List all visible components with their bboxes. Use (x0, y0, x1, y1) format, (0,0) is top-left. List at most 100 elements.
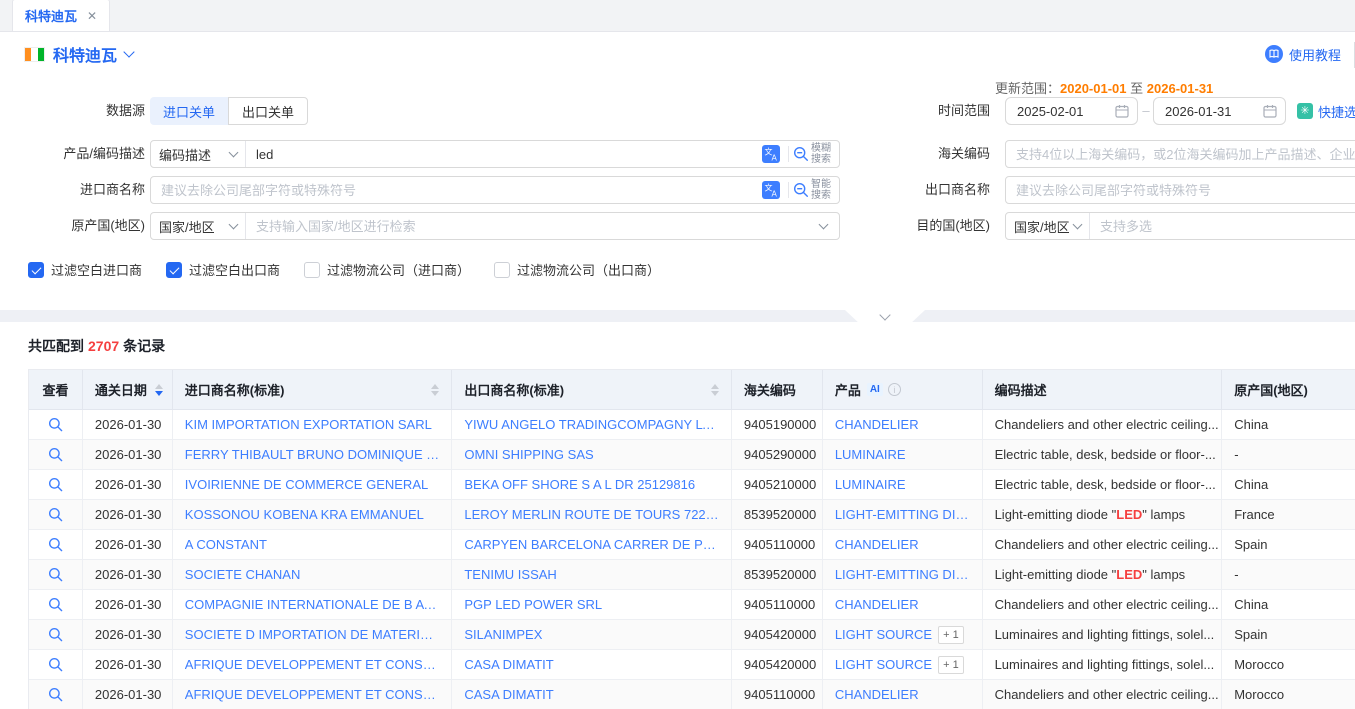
importer-link[interactable]: A CONSTANT (185, 537, 267, 552)
product-extra-badge[interactable]: + 1 (938, 626, 964, 644)
table-body: 2026-01-30 KIM IMPORTATION EXPORTATION S… (29, 410, 1355, 709)
view-magnifier-icon[interactable] (48, 597, 63, 612)
fuzzy-search-toggle[interactable]: 模糊搜索 (793, 143, 835, 165)
view-magnifier-icon[interactable] (48, 627, 63, 642)
product-link[interactable]: LIGHT SOURCE (835, 657, 932, 672)
chevron-down-icon[interactable] (123, 46, 134, 57)
table-row: 2026-01-30 KIM IMPORTATION EXPORTATION S… (29, 410, 1355, 440)
checkbox-filter-logistics-importer[interactable]: 过滤物流公司（进口商） (304, 260, 470, 279)
calendar-icon (1115, 104, 1129, 118)
header-importer[interactable]: 进口商名称(标准) (173, 370, 453, 409)
exporter-link[interactable]: BEKA OFF SHORE S A L DR 25129816 (464, 477, 695, 492)
product-extra-badge[interactable]: + 1 (938, 656, 964, 674)
product-link[interactable]: CHANDELIER (835, 597, 919, 612)
cell-date: 2026-01-30 (83, 530, 173, 559)
date-start-input[interactable]: 2025-02-01 (1005, 97, 1138, 125)
date-end-input[interactable]: 2026-01-31 (1153, 97, 1286, 125)
exporter-link[interactable]: TENIMU ISSAH (464, 567, 556, 582)
origin-country-input[interactable] (246, 213, 820, 239)
product-link[interactable]: LIGHT-EMITTING DIODE (835, 567, 970, 582)
import-declaration-tab[interactable]: 进口关单 (150, 97, 228, 125)
sort-icon[interactable] (711, 384, 719, 396)
sort-icon[interactable] (155, 384, 163, 396)
product-link[interactable]: CHANDELIER (835, 417, 919, 432)
tutorial-label: 使用教程 (1289, 45, 1341, 64)
product-mode-select[interactable]: 编码描述 (151, 141, 246, 167)
exporter-link[interactable]: CASA DIMATIT (464, 657, 553, 672)
results-table: 查看 通关日期 进口商名称(标准) 出口商名称(标准) 海关编码 产品 AI (28, 369, 1355, 709)
header-hs-code: 海关编码 (732, 370, 823, 409)
cell-date: 2026-01-30 (83, 560, 173, 589)
view-magnifier-icon[interactable] (48, 687, 63, 702)
product-link[interactable]: CHANDELIER (835, 687, 919, 702)
tab-bar: 科特迪瓦 ✕ (0, 0, 1355, 32)
header-exporter[interactable]: 出口商名称(标准) (452, 370, 732, 409)
cell-origin-country: - (1222, 560, 1355, 589)
cell-description: Light-emitting diode "LED" lamps (983, 500, 1223, 529)
checkbox-filter-blank-exporter[interactable]: 过滤空白出口商 (166, 260, 280, 279)
tab-cote-divoire[interactable]: 科特迪瓦 ✕ (12, 0, 110, 31)
table-row: 2026-01-30 FERRY THIBAULT BRUNO DOMINIQU… (29, 440, 1355, 470)
export-declaration-tab[interactable]: 出口关单 (228, 97, 308, 125)
translate-icon[interactable]: 文A (762, 145, 780, 163)
table-row: 2026-01-30 AFRIQUE DEVELOPPEMENT ET CONS… (29, 680, 1355, 709)
view-magnifier-icon[interactable] (48, 507, 63, 522)
dest-country-input[interactable] (1090, 213, 1355, 239)
view-magnifier-icon[interactable] (48, 447, 63, 462)
exporter-link[interactable]: LEROY MERLIN ROUTE DE TOURS 72230 M (464, 507, 719, 522)
exporter-link[interactable]: PGP LED POWER SRL (464, 597, 602, 612)
chevron-down-icon (229, 219, 239, 229)
tutorial-link[interactable]: 使用教程 (1265, 45, 1341, 64)
importer-link[interactable]: KIM IMPORTATION EXPORTATION SARL (185, 417, 432, 432)
date-range-dash: – (1140, 97, 1152, 125)
quick-select-button[interactable]: ✳ 快捷选 (1297, 97, 1355, 125)
exporter-link[interactable]: CASA DIMATIT (464, 687, 553, 702)
importer-link[interactable]: IVOIRIENNE DE COMMERCE GENERAL (185, 477, 428, 492)
importer-input[interactable] (151, 177, 758, 203)
view-magnifier-icon[interactable] (48, 537, 63, 552)
importer-link[interactable]: SOCIETE D IMPORTATION DE MATERIAUX E... (185, 627, 440, 642)
exporter-input[interactable] (1006, 177, 1355, 203)
product-link[interactable]: LIGHT-EMITTING DIODE (835, 507, 970, 522)
smart-search-toggle[interactable]: 智能搜索 (793, 179, 835, 201)
view-magnifier-icon[interactable] (48, 657, 63, 672)
exporter-link[interactable]: YIWU ANGELO TRADINGCOMPAGNY LTD (464, 417, 719, 432)
cell-hs-code: 9405420000 (732, 620, 823, 649)
checkbox-filter-blank-importer[interactable]: 过滤空白进口商 (28, 260, 142, 279)
product-link[interactable]: LUMINAIRE (835, 477, 906, 492)
translate-icon[interactable]: 文A (762, 181, 780, 199)
magnifier-minus-icon (793, 146, 809, 162)
product-search-input[interactable] (246, 141, 758, 167)
importer-link[interactable]: KOSSONOU KOBENA KRA EMMANUEL (185, 507, 424, 522)
dest-mode-select[interactable]: 国家/地区 (1006, 213, 1090, 239)
checkbox-filter-logistics-exporter[interactable]: 过滤物流公司（出口商） (494, 260, 660, 279)
info-icon[interactable]: i (888, 383, 901, 396)
update-end: 2026-01-31 (1147, 81, 1214, 96)
table-row: 2026-01-30 SOCIETE D IMPORTATION DE MATE… (29, 620, 1355, 650)
view-magnifier-icon[interactable] (48, 567, 63, 582)
origin-country-label: 原产国(地区) (0, 212, 145, 240)
exporter-link[interactable]: OMNI SHIPPING SAS (464, 447, 593, 462)
checkbox-icon (304, 262, 320, 278)
cell-origin-country: China (1222, 410, 1355, 439)
hs-code-input[interactable] (1006, 141, 1355, 167)
importer-link[interactable]: SOCIETE CHANAN (185, 567, 301, 582)
view-magnifier-icon[interactable] (48, 477, 63, 492)
product-link[interactable]: LUMINAIRE (835, 447, 906, 462)
view-magnifier-icon[interactable] (48, 417, 63, 432)
importer-link[interactable]: COMPAGNIE INTERNATIONALE DE B A T E R (185, 597, 440, 612)
product-link[interactable]: CHANDELIER (835, 537, 919, 552)
importer-link[interactable]: AFRIQUE DEVELOPPEMENT ET CONSTRUCT... (185, 657, 440, 672)
close-icon[interactable]: ✕ (87, 9, 97, 23)
product-link[interactable]: LIGHT SOURCE (835, 627, 932, 642)
importer-link[interactable]: FERRY THIBAULT BRUNO DOMINIQUE THO... (185, 447, 440, 462)
product-desc-label: 产品/编码描述 (0, 140, 145, 168)
cell-origin-country: China (1222, 590, 1355, 619)
header-date[interactable]: 通关日期 (83, 370, 173, 409)
importer-link[interactable]: AFRIQUE DEVELOPPEMENT ET CONSTRUCT... (185, 687, 440, 702)
origin-mode-select[interactable]: 国家/地区 (151, 213, 246, 239)
svg-text:A: A (772, 154, 778, 163)
exporter-link[interactable]: SILANIMPEX (464, 627, 542, 642)
exporter-link[interactable]: CARPYEN BARCELONA CARRER DE PERE IV (464, 537, 719, 552)
sort-icon[interactable] (431, 384, 439, 396)
